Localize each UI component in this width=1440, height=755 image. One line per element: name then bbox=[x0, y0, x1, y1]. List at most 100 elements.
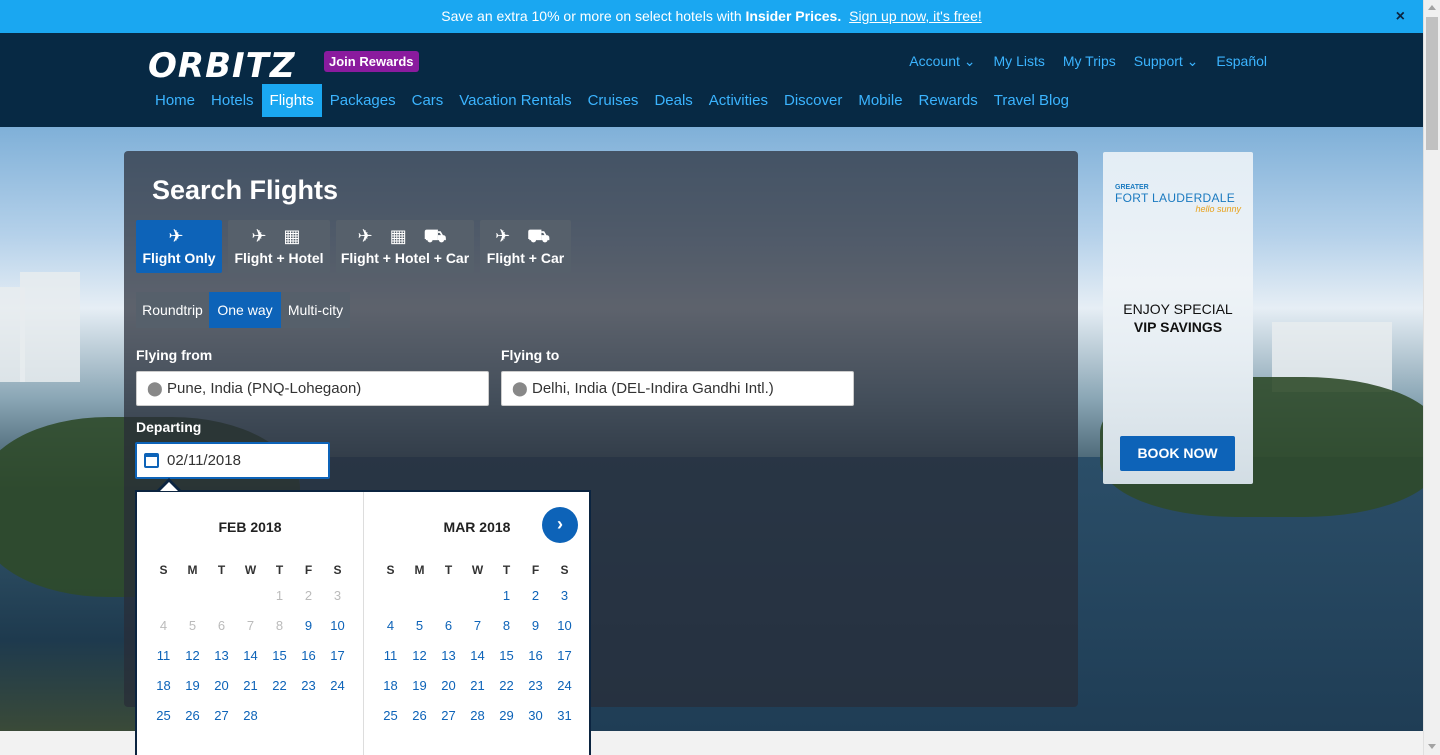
calendar-day[interactable]: 26 bbox=[405, 706, 434, 736]
nav-rewards[interactable]: Rewards bbox=[911, 84, 986, 117]
calendar-day[interactable]: 1 bbox=[492, 586, 521, 616]
calendar-day[interactable]: 16 bbox=[294, 646, 323, 676]
calendar-day[interactable]: 26 bbox=[178, 706, 207, 736]
calendar-day[interactable]: 31 bbox=[550, 706, 579, 736]
calendar-day[interactable]: 3 bbox=[550, 586, 579, 616]
nav-discover[interactable]: Discover bbox=[776, 84, 850, 117]
calendar-day[interactable]: 13 bbox=[207, 646, 236, 676]
nav-hotels[interactable]: Hotels bbox=[203, 84, 262, 117]
support-menu[interactable]: Support ⌄ bbox=[1134, 53, 1199, 70]
calendar-day[interactable]: 8 bbox=[492, 616, 521, 646]
book-now-button[interactable]: BOOK NOW bbox=[1120, 436, 1235, 471]
tab-flight-car[interactable]: ✈ ⛟ Flight + Car bbox=[480, 220, 571, 273]
trip-multi-city[interactable]: Multi-city bbox=[281, 292, 350, 328]
nav-travel-blog[interactable]: Travel Blog bbox=[986, 84, 1077, 117]
calendar-day[interactable]: 11 bbox=[376, 646, 405, 676]
calendar-day[interactable]: 22 bbox=[265, 676, 294, 706]
nav-flights[interactable]: Flights bbox=[261, 84, 322, 117]
calendar-day[interactable]: 2 bbox=[521, 586, 550, 616]
calendar-day[interactable]: 21 bbox=[236, 676, 265, 706]
calendar-day[interactable]: 5 bbox=[405, 616, 434, 646]
trip-one-way[interactable]: One way bbox=[209, 292, 281, 328]
calendar-day[interactable]: 18 bbox=[376, 676, 405, 706]
calendar-day[interactable]: 12 bbox=[405, 646, 434, 676]
my-lists-link[interactable]: My Lists bbox=[994, 53, 1045, 70]
tab-flight-only[interactable]: ✈ Flight Only bbox=[136, 220, 222, 273]
scroll-down-icon[interactable] bbox=[1428, 744, 1436, 749]
day-of-week: S bbox=[159, 563, 168, 577]
nav-activities[interactable]: Activities bbox=[701, 84, 776, 117]
calendar-day[interactable]: 10 bbox=[550, 616, 579, 646]
departing-value: 02/11/2018 bbox=[167, 452, 241, 469]
calendar-day[interactable]: 9 bbox=[521, 616, 550, 646]
location-pin-icon: ⬤ bbox=[147, 380, 163, 396]
scroll-up-icon[interactable] bbox=[1428, 5, 1436, 10]
calendar-day[interactable]: 14 bbox=[463, 646, 492, 676]
plane-car-icon: ✈ ⛟ bbox=[495, 226, 556, 246]
calendar-day[interactable]: 19 bbox=[405, 676, 434, 706]
scrollbar-thumb[interactable] bbox=[1426, 17, 1438, 150]
signup-link[interactable]: Sign up now, it's free! bbox=[849, 8, 982, 24]
calendar-day[interactable]: 11 bbox=[149, 646, 178, 676]
page-scrollbar[interactable] bbox=[1423, 0, 1440, 755]
my-trips-link[interactable]: My Trips bbox=[1063, 53, 1116, 70]
calendar-day[interactable]: 25 bbox=[376, 706, 405, 736]
flying-from-input[interactable]: ⬤ Pune, India (PNQ-Lohegaon) bbox=[136, 371, 489, 406]
calendar-day[interactable]: 7 bbox=[463, 616, 492, 646]
calendar-day[interactable]: 17 bbox=[550, 646, 579, 676]
next-month-button[interactable]: › bbox=[542, 507, 578, 543]
nav-cars[interactable]: Cars bbox=[404, 84, 452, 117]
calendar-pointer-inner bbox=[160, 482, 178, 491]
day-of-week: M bbox=[187, 563, 198, 577]
day-of-week: F bbox=[304, 563, 313, 577]
calendar-day[interactable]: 17 bbox=[323, 646, 352, 676]
tab-flight-hotel-car[interactable]: ✈ ▦ ⛟ Flight + Hotel + Car bbox=[336, 220, 474, 273]
calendar-day[interactable]: 19 bbox=[178, 676, 207, 706]
nav-packages[interactable]: Packages bbox=[322, 84, 404, 117]
calendar-day[interactable]: 20 bbox=[434, 676, 463, 706]
account-menu[interactable]: Account ⌄ bbox=[909, 53, 975, 70]
calendar-day[interactable]: 15 bbox=[265, 646, 294, 676]
calendar-day[interactable]: 23 bbox=[521, 676, 550, 706]
calendar-day[interactable]: 13 bbox=[434, 646, 463, 676]
fort-lauderdale-ad[interactable]: GREATER FORT LAUDERDALE hello sunny ENJO… bbox=[1103, 152, 1253, 484]
calendar-day-disabled: 7 bbox=[246, 618, 255, 633]
calendar-day[interactable]: 25 bbox=[149, 706, 178, 736]
trip-roundtrip[interactable]: Roundtrip bbox=[136, 292, 209, 328]
join-rewards-button[interactable]: Join Rewards bbox=[324, 51, 419, 72]
close-icon[interactable]: × bbox=[1396, 0, 1405, 33]
espanol-link[interactable]: Español bbox=[1216, 53, 1267, 70]
departing-date-input[interactable]: 02/11/2018 bbox=[135, 442, 330, 479]
calendar-day[interactable]: 20 bbox=[207, 676, 236, 706]
calendar-day[interactable]: 22 bbox=[492, 676, 521, 706]
nav-vacation-rentals[interactable]: Vacation Rentals bbox=[451, 84, 579, 117]
calendar-day[interactable]: 14 bbox=[236, 646, 265, 676]
nav-cruises[interactable]: Cruises bbox=[580, 84, 647, 117]
calendar-day[interactable]: 24 bbox=[550, 676, 579, 706]
nav-home[interactable]: Home bbox=[147, 84, 203, 117]
calendar-day[interactable]: 27 bbox=[434, 706, 463, 736]
calendar-day[interactable]: 28 bbox=[236, 706, 265, 736]
calendar-day[interactable]: 15 bbox=[492, 646, 521, 676]
calendar-day[interactable]: 12 bbox=[178, 646, 207, 676]
nav-deals[interactable]: Deals bbox=[646, 84, 700, 117]
empty-day bbox=[434, 586, 463, 616]
calendar-day[interactable]: 16 bbox=[521, 646, 550, 676]
calendar-day[interactable]: 10 bbox=[323, 616, 352, 646]
tab-flight-hotel[interactable]: ✈ ▦ Flight + Hotel bbox=[228, 220, 330, 273]
calendar-day[interactable]: 27 bbox=[207, 706, 236, 736]
calendar-day[interactable]: 29 bbox=[492, 706, 521, 736]
calendar-day[interactable]: 28 bbox=[463, 706, 492, 736]
calendar-day[interactable]: 23 bbox=[294, 676, 323, 706]
calendar-day[interactable]: 30 bbox=[521, 706, 550, 736]
days-grid: 1 2 3 4 5 6 7 8 9 10 11 12 13 14 15 16 17 18 19 20 21 22 23 24 2… bbox=[149, 586, 352, 736]
calendar-day[interactable]: 24 bbox=[323, 676, 352, 706]
orbitz-logo[interactable]: ORBITZ bbox=[148, 46, 296, 86]
calendar-day[interactable]: 18 bbox=[149, 676, 178, 706]
nav-mobile[interactable]: Mobile bbox=[850, 84, 910, 117]
calendar-day[interactable]: 21 bbox=[463, 676, 492, 706]
calendar-day[interactable]: 4 bbox=[376, 616, 405, 646]
calendar-day[interactable]: 6 bbox=[434, 616, 463, 646]
calendar-day[interactable]: 9 bbox=[294, 616, 323, 646]
flying-to-input[interactable]: ⬤ Delhi, India (DEL-Indira Gandhi Intl.) bbox=[501, 371, 854, 406]
